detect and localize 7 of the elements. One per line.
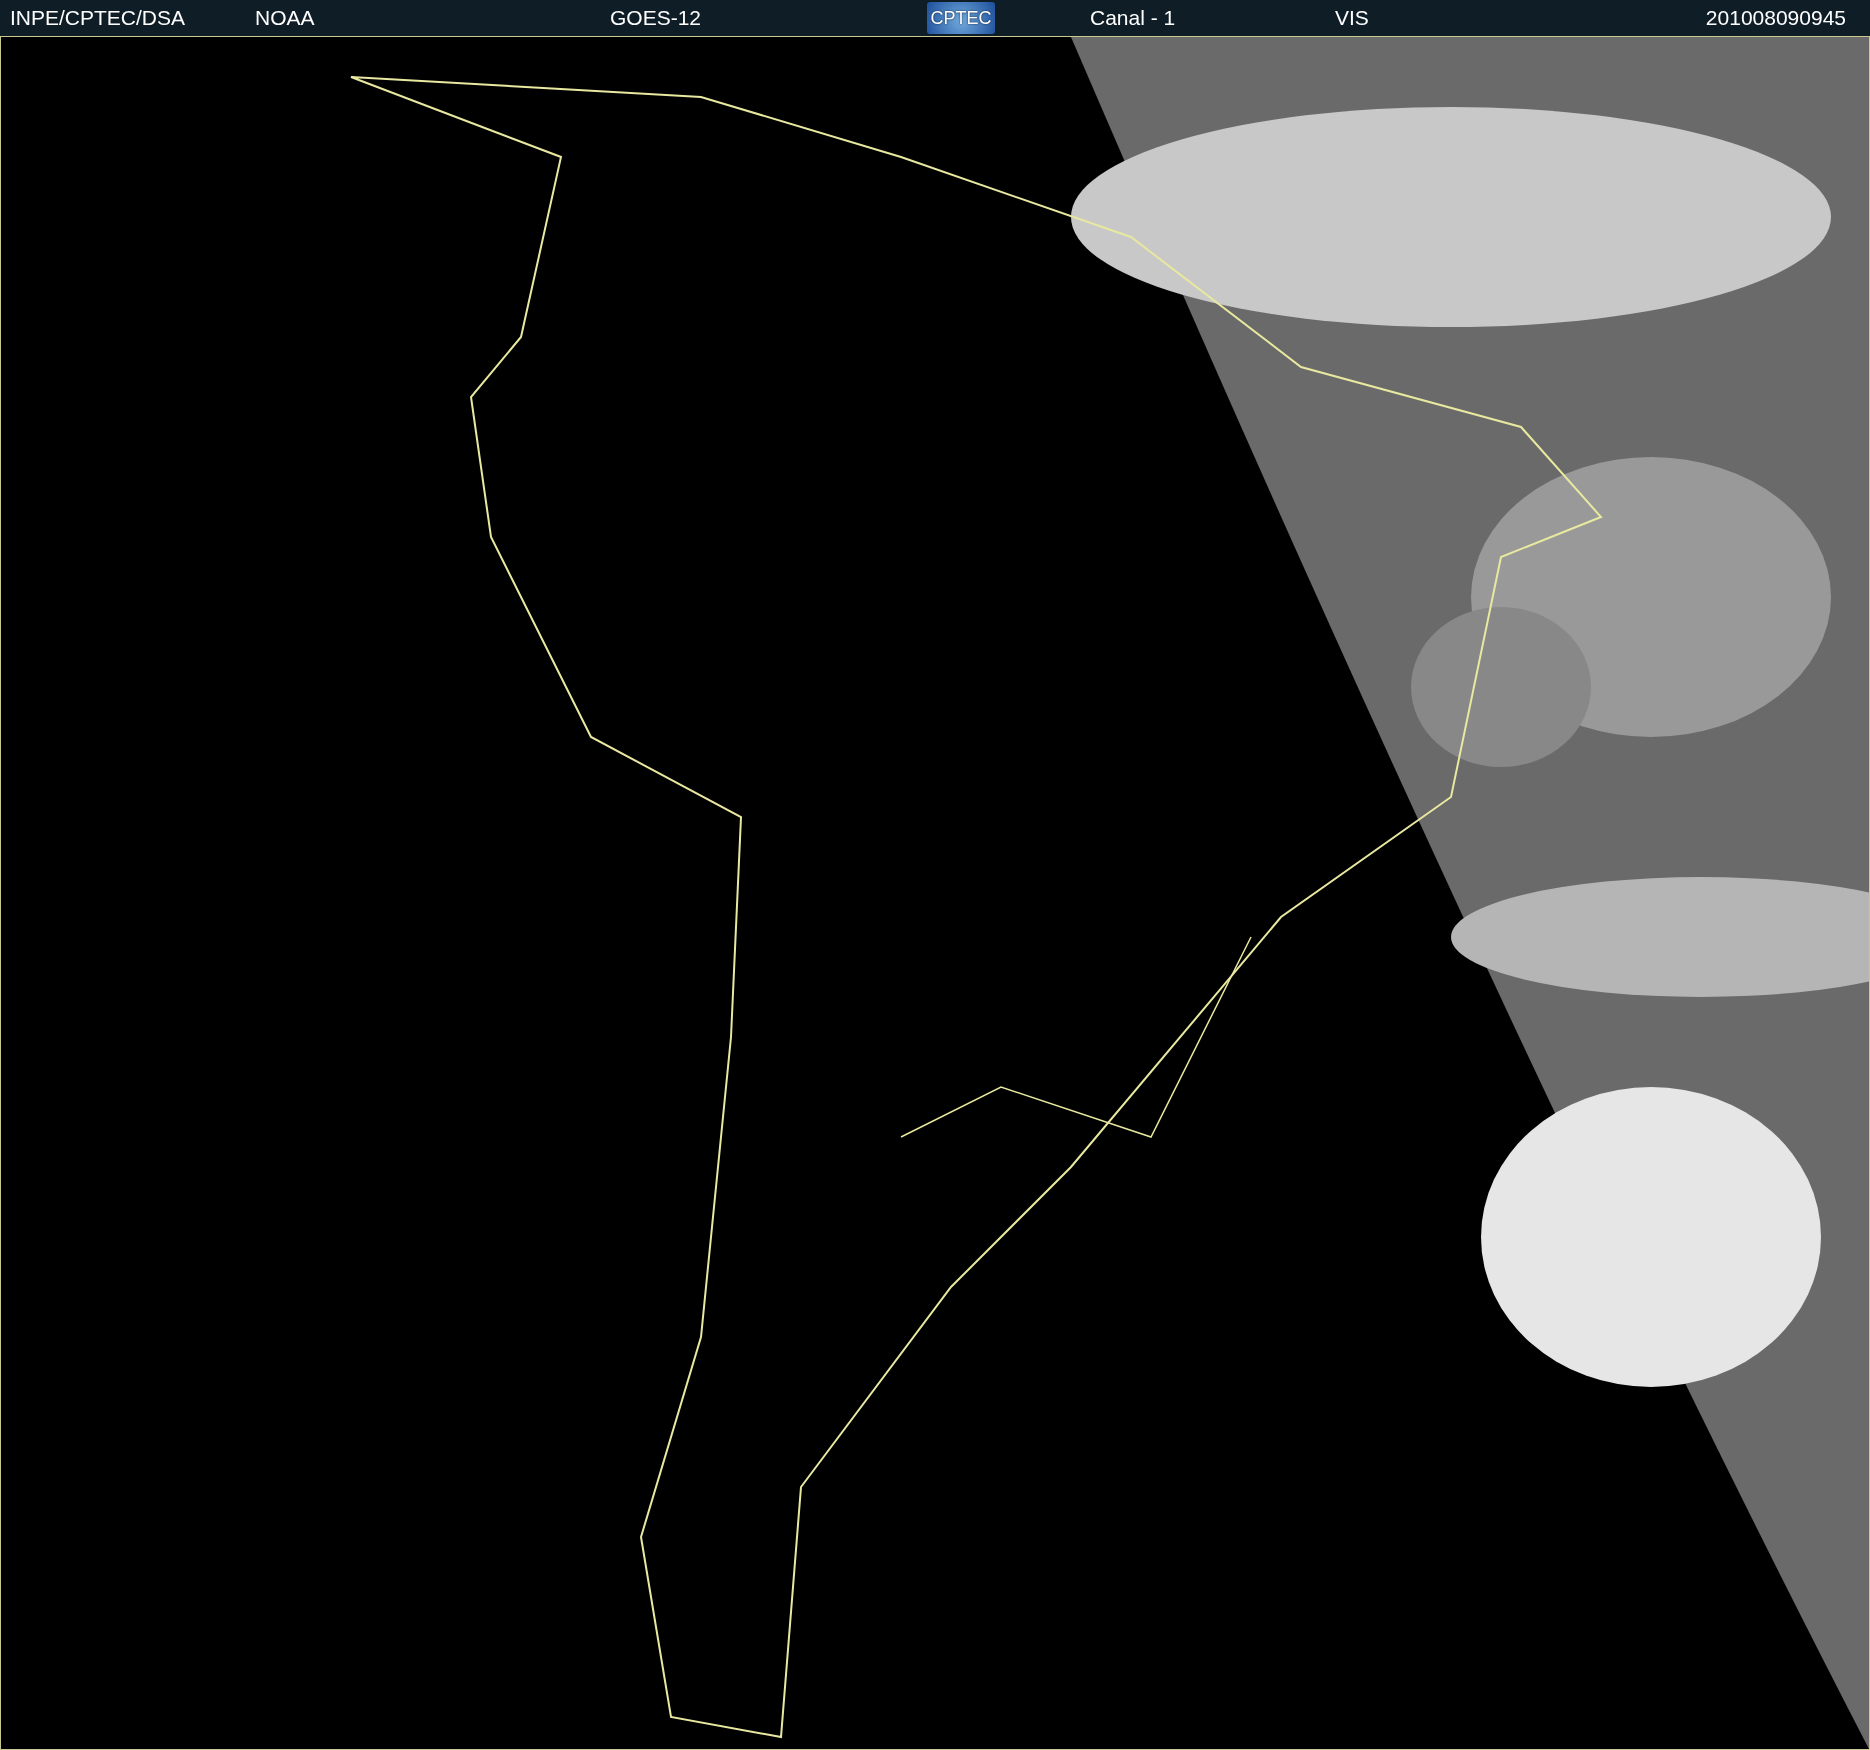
channel-label: Canal - 1 bbox=[1090, 6, 1176, 30]
timestamp-label: 201008090945 bbox=[1705, 6, 1846, 30]
band-label: VIS bbox=[1335, 6, 1369, 30]
satellite-label: GOES-12 bbox=[610, 6, 702, 30]
source-label: INPE/CPTEC/DSA bbox=[10, 6, 186, 30]
agency-label: NOAA bbox=[255, 6, 315, 30]
logo: CPTEC bbox=[927, 2, 995, 34]
